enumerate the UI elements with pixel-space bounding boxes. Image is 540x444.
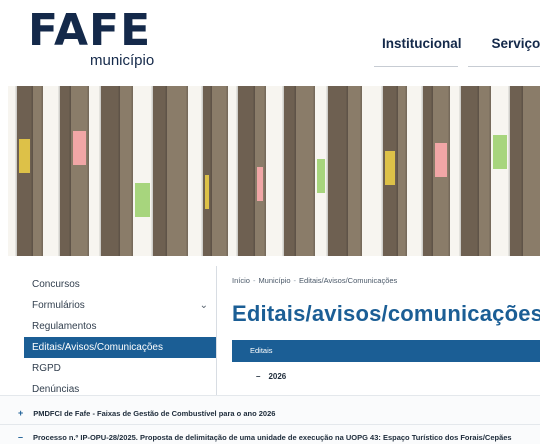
logo-subtitle: município (90, 52, 155, 69)
sidebar-item-label: Regulamentos (32, 321, 97, 332)
collapse-icon: – (256, 372, 261, 381)
fafe-logo[interactable]: FAFE município (28, 5, 154, 70)
breadcrumb-municipio[interactable]: Município (258, 276, 290, 285)
binders-photo (8, 86, 540, 256)
sidebar-item-label: Concursos (32, 279, 80, 290)
sidebar-item-rgpd[interactable]: RGPD (24, 358, 216, 379)
sidebar-item-label: Denúncias (32, 384, 80, 395)
breadcrumb-current: Editais/Avisos/Comunicações (299, 276, 398, 285)
table-header: Editais (232, 340, 540, 362)
chevron-down-icon[interactable]: ⌄ (200, 295, 208, 316)
sidebar-item-formularios[interactable]: Formulários ⌄ (24, 295, 216, 316)
site-header: FAFE município Institucional Serviços (0, 0, 540, 84)
breadcrumb-separator: - (293, 276, 297, 285)
list-item[interactable]: + PMDFCI de Fafe - Faixas de Gestão de Co… (18, 408, 275, 418)
breadcrumb: Início - Município - Editais/Avisos/Comunica… (232, 276, 397, 285)
sidebar-item-concursos[interactable]: Concursos (24, 274, 216, 295)
sidebar: Concursos Formulários ⌄ Regulamentos Edit… (24, 274, 216, 400)
nav-servicos[interactable]: Serviços (492, 36, 540, 51)
year-group-label: 2026 (268, 372, 287, 381)
breadcrumb-separator: - (252, 276, 256, 285)
nav-institucional[interactable]: Institucional (382, 36, 462, 51)
list-item-label: PMDFCI de Fafe - Faixas de Gestão de Com… (33, 409, 276, 418)
expand-icon: + (18, 408, 24, 418)
logo-word: FAFE (28, 5, 152, 56)
list-item[interactable]: – Processo n.º IP-OPU-28/2025. Proposta d… (18, 432, 512, 442)
collapse-icon: – (18, 432, 24, 442)
sidebar-item-editais[interactable]: Editais/Avisos/Comunicações (24, 337, 216, 358)
year-group-toggle[interactable]: –2026 (256, 372, 286, 381)
sidebar-item-label: Editais/Avisos/Comunicações (32, 342, 163, 353)
page-title: Editais/avisos/comunicações (232, 301, 540, 326)
sidebar-divider (216, 266, 217, 396)
sidebar-item-label: Formulários (32, 300, 85, 311)
sidebar-item-regulamentos[interactable]: Regulamentos (24, 316, 216, 337)
main-nav: Institucional Serviços (382, 36, 540, 51)
breadcrumb-home[interactable]: Início (232, 276, 250, 285)
table-header-label: Editais (250, 346, 273, 355)
nav-underline (374, 66, 458, 67)
sidebar-item-label: RGPD (32, 363, 61, 374)
hero-overlay (8, 86, 540, 256)
list-item-label: Processo n.º IP-OPU-28/2025. Proposta de… (33, 433, 512, 442)
hero-image (8, 86, 540, 256)
nav-underline (468, 66, 540, 67)
row-divider (0, 424, 540, 425)
